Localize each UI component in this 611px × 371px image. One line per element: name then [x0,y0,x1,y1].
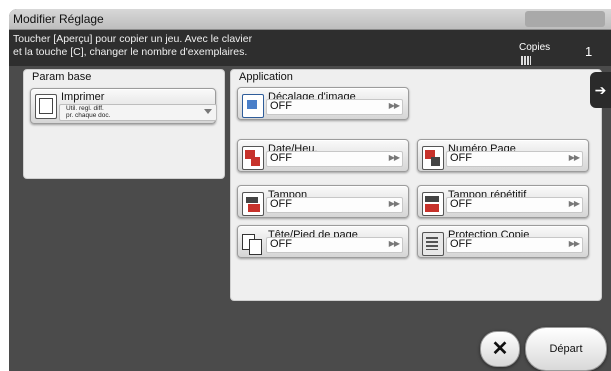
imprimer-label: Imprimer [61,91,105,103]
chevron-right-icon: ▶▶ [388,199,400,208]
header-footer-icon [242,232,262,255]
stamp-repeat-button[interactable]: Tampon répétitif OFF ▶▶ [417,185,589,218]
date-time-value-box: OFF ▶▶ [266,151,403,167]
message-line-1: Toucher [Aperçu] pour copier un jeu. Ave… [13,33,253,45]
image-shift-value: OFF [270,100,292,112]
header-footer-value-box: OFF ▶▶ [266,237,403,253]
imprimer-subbox: Util. regl. diff. pr. chaque doc. [59,104,217,121]
imprimer-button[interactable]: Imprimer Util. regl. diff. pr. chaque do… [30,88,217,124]
copies-label: Copies [519,42,551,53]
page-number-button[interactable]: Numéro Page OFF ▶▶ [417,139,589,172]
window-title: Modifier Réglage [13,12,104,26]
chevron-right-icon: ▶▶ [388,153,400,162]
start-button[interactable]: Départ [525,327,607,371]
date-time-value: OFF [270,152,292,164]
image-shift-icon [242,94,264,118]
page-number-icon [422,146,444,170]
image-shift-button[interactable]: Décalage d'image OFF ▶▶ [237,87,409,120]
stamp-repeat-value-box: OFF ▶▶ [446,197,583,213]
copies-icon [521,56,531,65]
image-shift-value-box: OFF ▶▶ [266,99,403,115]
close-button[interactable]: ✕ [480,331,520,367]
chevron-right-icon: ▶▶ [388,101,400,110]
imprimer-sub2: pr. chaque doc. [66,112,111,119]
copy-protection-button[interactable]: Protection Copie OFF ▶▶ [417,225,589,258]
chevron-right-icon: ▶▶ [568,153,580,162]
page-number-value: OFF [450,152,472,164]
chevron-right-icon: ▶▶ [568,199,580,208]
copy-protection-value: OFF [450,238,472,250]
title-ghost-tab [525,11,605,27]
chevron-down-icon [204,109,212,114]
print-doc-icon [35,94,57,119]
stamp-repeat-value: OFF [450,198,472,210]
stamp-icon [242,192,264,216]
copy-protection-value-box: OFF ▶▶ [446,237,583,253]
date-time-icon [242,146,264,170]
application-heading: Application [239,71,293,83]
back-arrow-icon[interactable]: ➔ [590,72,611,108]
stamp-button[interactable]: Tampon OFF ▶▶ [237,185,409,218]
stamp-repeat-icon [422,192,444,216]
app-frame: Modifier Réglage Toucher [Aperçu] pour c… [9,9,611,371]
header-footer-button[interactable]: Tête/Pied de page OFF ▶▶ [237,225,409,258]
message-bar: Toucher [Aperçu] pour copier un jeu. Ave… [9,30,611,66]
imprimer-sub1: Util. regl. diff. [66,105,104,112]
stamp-value: OFF [270,198,292,210]
page-number-value-box: OFF ▶▶ [446,151,583,167]
header-footer-value: OFF [270,238,292,250]
param-base-panel: Param base Imprimer Util. regl. diff. pr… [23,69,225,179]
application-panel: Application Décalage d'image OFF ▶▶ Date/… [230,69,602,301]
message-line-2: et la touche [C], changer le nombre d'ex… [13,46,248,58]
copy-protection-icon [422,232,444,256]
title-bar: Modifier Réglage [9,9,611,30]
chevron-right-icon: ▶▶ [568,239,580,248]
param-base-heading: Param base [32,71,92,83]
chevron-right-icon: ▶▶ [388,239,400,248]
stamp-value-box: OFF ▶▶ [266,197,403,213]
date-time-button[interactable]: Date/Heu. OFF ▶▶ [237,139,409,172]
copies-value: 1 [585,44,593,59]
